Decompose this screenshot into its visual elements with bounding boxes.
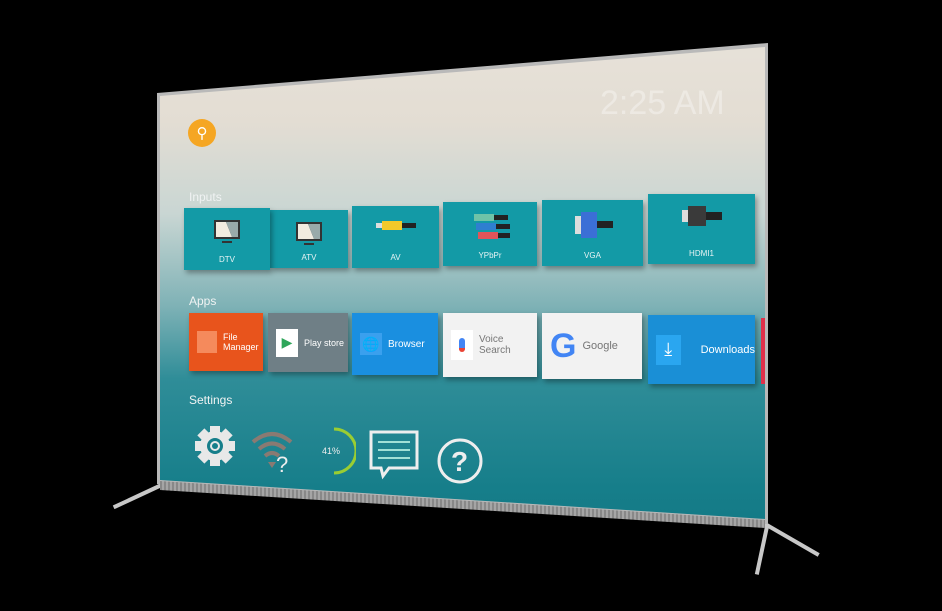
svg-text:?: ? bbox=[276, 452, 288, 476]
av-cable-icon bbox=[375, 221, 416, 230]
stand-right bbox=[764, 522, 820, 557]
app-file-manager[interactable]: File Manager bbox=[189, 313, 263, 371]
message-icon[interactable] bbox=[369, 430, 419, 482]
input-tile-ypbpr[interactable]: YPbPr bbox=[443, 202, 537, 266]
tv-screen: 2:25 AM ⚲ Inputs DTV ATV AV YPbPr VGA HD… bbox=[160, 47, 765, 519]
folder-icon bbox=[197, 331, 217, 353]
app-browser[interactable]: 🌐 Browser bbox=[352, 313, 438, 375]
app-label: Voice Search bbox=[479, 334, 511, 356]
google-icon: G bbox=[550, 326, 577, 365]
input-tile-av[interactable]: AV bbox=[352, 206, 439, 268]
input-label: AV bbox=[390, 253, 401, 262]
app-play-store[interactable]: ▶ Play store bbox=[268, 313, 348, 372]
vga-cable-icon bbox=[574, 212, 613, 238]
settings-heading: Settings bbox=[189, 393, 233, 407]
stand-right-post bbox=[754, 525, 770, 575]
storage-gauge[interactable]: 41% bbox=[316, 426, 356, 476]
inputs-heading: Inputs bbox=[189, 190, 222, 204]
search-icon: ⚲ bbox=[196, 125, 208, 142]
input-tile-vga[interactable]: VGA bbox=[542, 200, 643, 266]
download-icon: ⤓ bbox=[656, 334, 681, 365]
microphone-icon bbox=[451, 330, 473, 360]
app-voice-search[interactable]: Voice Search bbox=[443, 313, 537, 377]
tv-icon bbox=[214, 220, 240, 243]
app-label: Google bbox=[582, 340, 618, 352]
app-label: Play store bbox=[304, 337, 345, 348]
input-label: VGA bbox=[584, 251, 601, 260]
storage-percent: 41% bbox=[322, 446, 341, 456]
gear-icon[interactable] bbox=[194, 420, 236, 470]
clock: 2:25 AM bbox=[600, 84, 725, 122]
app-label: Downloads bbox=[700, 343, 755, 356]
input-label: DTV bbox=[219, 255, 235, 264]
input-label: YPbPr bbox=[478, 251, 502, 260]
globe-icon: 🌐 bbox=[360, 333, 382, 355]
input-label: ATV bbox=[301, 253, 317, 262]
app-label: Browser bbox=[388, 338, 425, 350]
help-icon[interactable]: ? bbox=[436, 435, 484, 487]
tv-icon bbox=[296, 222, 322, 245]
input-tile-dtv[interactable]: DTV bbox=[184, 208, 270, 270]
play-store-icon: ▶ bbox=[276, 328, 298, 357]
component-cable-icon bbox=[474, 214, 510, 239]
app-label: File Manager bbox=[223, 332, 259, 352]
search-button[interactable]: ⚲ bbox=[188, 119, 216, 147]
input-label: HDMI1 bbox=[689, 249, 714, 258]
app-tile-partial[interactable] bbox=[761, 318, 765, 384]
wifi-unknown-icon[interactable]: ? bbox=[250, 428, 294, 476]
app-google[interactable]: G Google bbox=[542, 313, 642, 379]
apps-heading: Apps bbox=[189, 294, 217, 308]
app-downloads[interactable]: ⤓ Downloads bbox=[648, 315, 755, 384]
input-tile-hdmi1[interactable]: HDMI1 bbox=[648, 194, 755, 264]
hdmi-cable-icon bbox=[681, 206, 722, 226]
input-tile-atv[interactable]: ATV bbox=[270, 210, 348, 268]
svg-text:?: ? bbox=[451, 446, 468, 477]
